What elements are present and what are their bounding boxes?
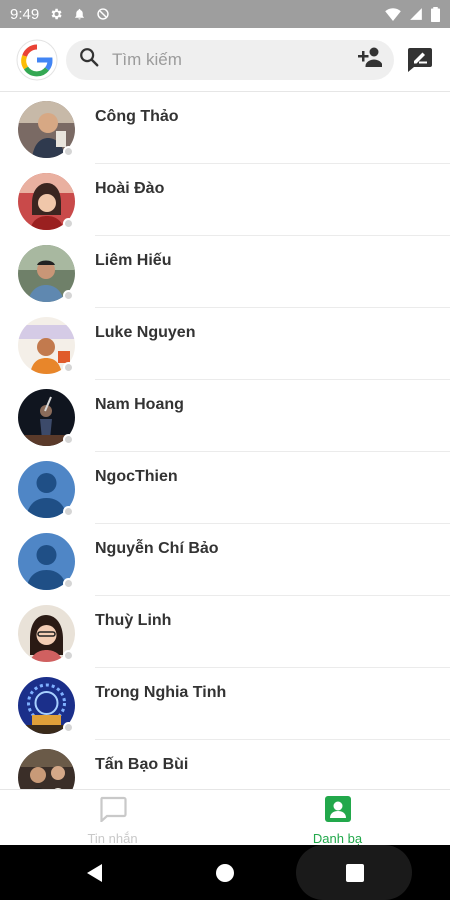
google-logo-icon xyxy=(16,39,58,81)
avatar[interactable] xyxy=(18,677,75,734)
wifi-icon xyxy=(385,7,401,21)
contact-name: Hoài Đào xyxy=(95,180,165,197)
chat-icon xyxy=(99,796,127,827)
contact-row[interactable]: Nam Hoang xyxy=(0,380,450,452)
tab-contacts[interactable]: Danh bạ xyxy=(225,790,450,846)
presence-indicator xyxy=(63,434,74,445)
contact-row[interactable]: NgocThien xyxy=(0,452,450,524)
presence-indicator xyxy=(63,506,74,517)
compose-icon[interactable] xyxy=(404,44,436,76)
search-input[interactable]: Tìm kiếm xyxy=(112,50,354,70)
search-icon[interactable] xyxy=(78,46,100,73)
contact-name: NgocThien xyxy=(95,468,178,485)
contacts-icon xyxy=(324,796,351,827)
data-saver-icon xyxy=(96,7,110,21)
status-time: 9:49 xyxy=(10,5,40,23)
avatar[interactable] xyxy=(18,173,75,230)
home-icon[interactable] xyxy=(210,845,240,900)
tab-contacts-label: Danh bạ xyxy=(312,831,363,846)
presence-indicator xyxy=(63,362,74,373)
avatar[interactable] xyxy=(18,533,75,590)
status-bar: 9:49 xyxy=(0,0,450,28)
presence-indicator xyxy=(63,650,74,661)
system-navigation-bar xyxy=(0,845,450,900)
avatar[interactable] xyxy=(18,749,75,789)
tab-messages[interactable]: Tin nhắn xyxy=(0,790,225,846)
contact-row[interactable]: Công Thảo xyxy=(0,92,450,164)
contact-row[interactable]: Luke Nguyen xyxy=(0,308,450,380)
contact-name: Trong Nghia Tinh xyxy=(95,684,227,701)
contact-name: Luke Nguyen xyxy=(95,324,196,341)
avatar[interactable] xyxy=(18,101,75,158)
contact-name: Công Thảo xyxy=(95,108,179,125)
signal-icon xyxy=(409,7,423,21)
person-add-icon[interactable] xyxy=(354,46,383,73)
app-header: Tìm kiếm xyxy=(0,28,450,92)
contact-row[interactable]: Tấn Bạo Bùi xyxy=(0,740,450,789)
avatar[interactable] xyxy=(18,317,75,374)
bottom-navigation: Tin nhắn Danh bạ xyxy=(0,789,450,846)
contact-name: Tấn Bạo Bùi xyxy=(95,756,189,773)
back-icon[interactable] xyxy=(78,845,112,900)
notification-bell-icon xyxy=(73,7,86,21)
search-bar[interactable]: Tìm kiếm xyxy=(66,39,394,80)
avatar[interactable] xyxy=(18,605,75,662)
contact-row[interactable]: Liêm Hiếu xyxy=(0,236,450,308)
presence-indicator xyxy=(63,146,74,157)
contact-row[interactable]: Nguyễn Chí Bảo xyxy=(0,524,450,596)
presence-indicator xyxy=(63,218,74,229)
avatar[interactable] xyxy=(18,461,75,518)
presence-indicator xyxy=(63,578,74,589)
settings-gear-icon xyxy=(49,7,63,21)
avatar[interactable] xyxy=(18,245,75,302)
recents-icon[interactable] xyxy=(338,845,372,900)
contact-row[interactable]: Hoài Đào xyxy=(0,164,450,236)
battery-icon xyxy=(431,6,440,22)
tab-messages-label: Tin nhắn xyxy=(87,831,138,846)
contact-list[interactable]: Công Thảo Hoài Đào Liêm Hiếu Luke Nguyen… xyxy=(0,92,450,789)
contact-row[interactable]: Thuỳ Linh xyxy=(0,596,450,668)
contact-name: Liêm Hiếu xyxy=(95,252,172,269)
contact-name: Thuỳ Linh xyxy=(95,612,172,629)
contact-name: Nam Hoang xyxy=(95,396,184,413)
contact-name: Nguyễn Chí Bảo xyxy=(95,540,219,557)
presence-indicator xyxy=(63,722,74,733)
avatar[interactable] xyxy=(18,389,75,446)
contact-row[interactable]: Trong Nghia Tinh xyxy=(0,668,450,740)
presence-indicator xyxy=(63,290,74,301)
